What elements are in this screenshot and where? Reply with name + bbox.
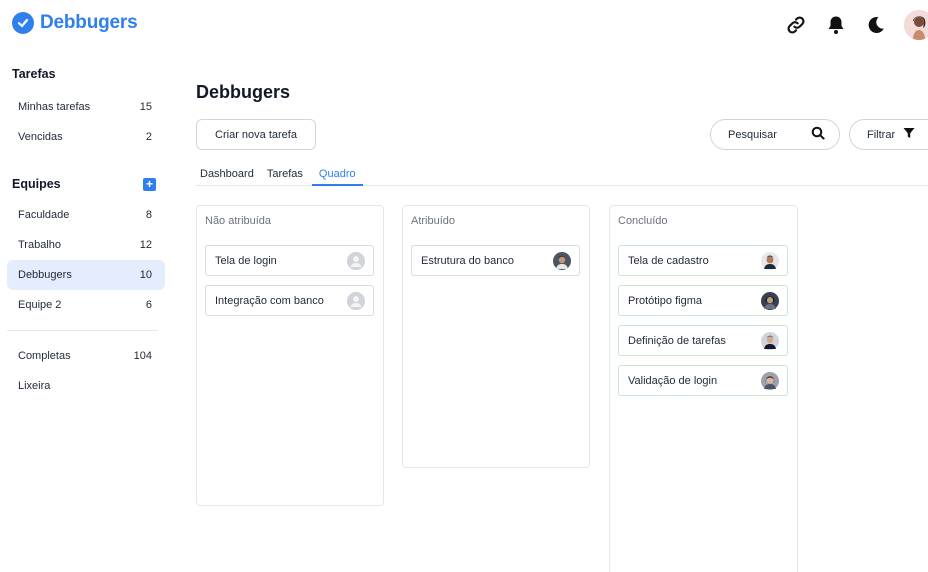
default-avatar-icon <box>347 291 365 310</box>
column-atribuido: Atribuído Estrutura do banco <box>402 205 590 468</box>
column-title: Não atribuída <box>205 215 272 227</box>
topbar-actions <box>784 10 928 40</box>
view-tabs: Dashboard Tarefas Quadro <box>196 163 928 186</box>
tab-dashboard[interactable]: Dashboard <box>196 163 263 186</box>
sidebar-item-equipe-2[interactable]: Equipe 2 6 <box>7 290 165 320</box>
filter-icon <box>903 127 915 142</box>
item-count: 8 <box>145 209 152 221</box>
sidebar-item-completas[interactable]: Completas 104 <box>7 341 165 371</box>
task-card[interactable]: Estrutura do banco <box>411 245 580 276</box>
tarefas-heading: Tarefas <box>12 67 56 81</box>
task-title: Tela de cadastro <box>628 254 709 267</box>
search-input[interactable]: Pesquisar <box>710 119 840 150</box>
task-card[interactable]: Validação de login <box>618 365 788 396</box>
sidebar: Tarefas Minhas tarefas 15 Vencidas 2 Equ… <box>0 60 170 401</box>
task-title: Estrutura do banco <box>421 254 514 267</box>
tab-tarefas[interactable]: Tarefas <box>263 163 312 186</box>
assignee-avatar <box>553 251 571 270</box>
column-title: Concluído <box>618 215 668 227</box>
task-title: Integração com banco <box>215 294 324 307</box>
sidebar-item-vencidas[interactable]: Vencidas 2 <box>7 122 165 152</box>
sidebar-item-debbugers[interactable]: Debbugers 10 <box>7 260 165 290</box>
tab-quadro[interactable]: Quadro <box>311 163 363 186</box>
item-count: 10 <box>139 269 152 281</box>
equipes-heading: Equipes + <box>0 170 170 198</box>
task-card[interactable]: Protótipo figma <box>618 285 788 316</box>
add-team-button[interactable]: + <box>143 177 156 191</box>
check-icon <box>12 12 34 34</box>
column-concluido: Concluído Tela de cadastro Protótipo fig… <box>609 205 798 572</box>
moon-icon[interactable] <box>864 13 888 37</box>
task-title: Definição de tarefas <box>628 334 726 347</box>
task-title: Validação de login <box>628 374 718 387</box>
link-icon[interactable] <box>784 13 808 37</box>
sidebar-item-trabalho[interactable]: Trabalho 12 <box>7 230 165 260</box>
assignee-avatar <box>761 371 779 390</box>
item-count: 15 <box>139 101 152 113</box>
assignee-avatar <box>761 291 779 310</box>
assignee-avatar <box>761 331 779 350</box>
item-count: 6 <box>145 299 152 311</box>
item-count: 2 <box>145 131 152 143</box>
app-name: Debbugers <box>40 12 138 33</box>
task-card[interactable]: Integração com banco <box>205 285 374 316</box>
task-title: Protótipo figma <box>628 294 702 307</box>
sidebar-item-lixeira[interactable]: Lixeira <box>7 371 165 401</box>
assignee-avatar <box>761 251 779 270</box>
bell-icon[interactable] <box>824 13 848 37</box>
column-title: Atribuído <box>411 215 456 227</box>
sidebar-item-minhas-tarefas[interactable]: Minhas tarefas 15 <box>7 92 165 122</box>
task-card[interactable]: Tela de login <box>205 245 374 276</box>
search-icon[interactable] <box>811 126 825 143</box>
item-count: 104 <box>133 350 152 362</box>
create-task-button[interactable]: Criar nova tarefa <box>196 119 316 150</box>
sidebar-divider <box>7 330 158 331</box>
column-nao-atribuida: Não atribuída Tela de login Integração c… <box>196 205 384 506</box>
task-card[interactable]: Tela de cadastro <box>618 245 788 276</box>
default-avatar-icon <box>347 251 365 270</box>
filter-button[interactable]: Filtrar <box>849 119 928 150</box>
filter-label: Filtrar <box>867 128 896 141</box>
task-card[interactable]: Definição de tarefas <box>618 325 788 356</box>
item-count: 12 <box>139 239 152 251</box>
page-title: Debbugers <box>196 82 291 102</box>
sidebar-item-faculdade[interactable]: Faculdade 8 <box>7 200 165 230</box>
task-title: Tela de login <box>215 254 277 267</box>
app-logo[interactable]: Debbugers <box>12 12 138 34</box>
user-avatar[interactable] <box>904 10 928 40</box>
search-label: Pesquisar <box>728 128 777 141</box>
